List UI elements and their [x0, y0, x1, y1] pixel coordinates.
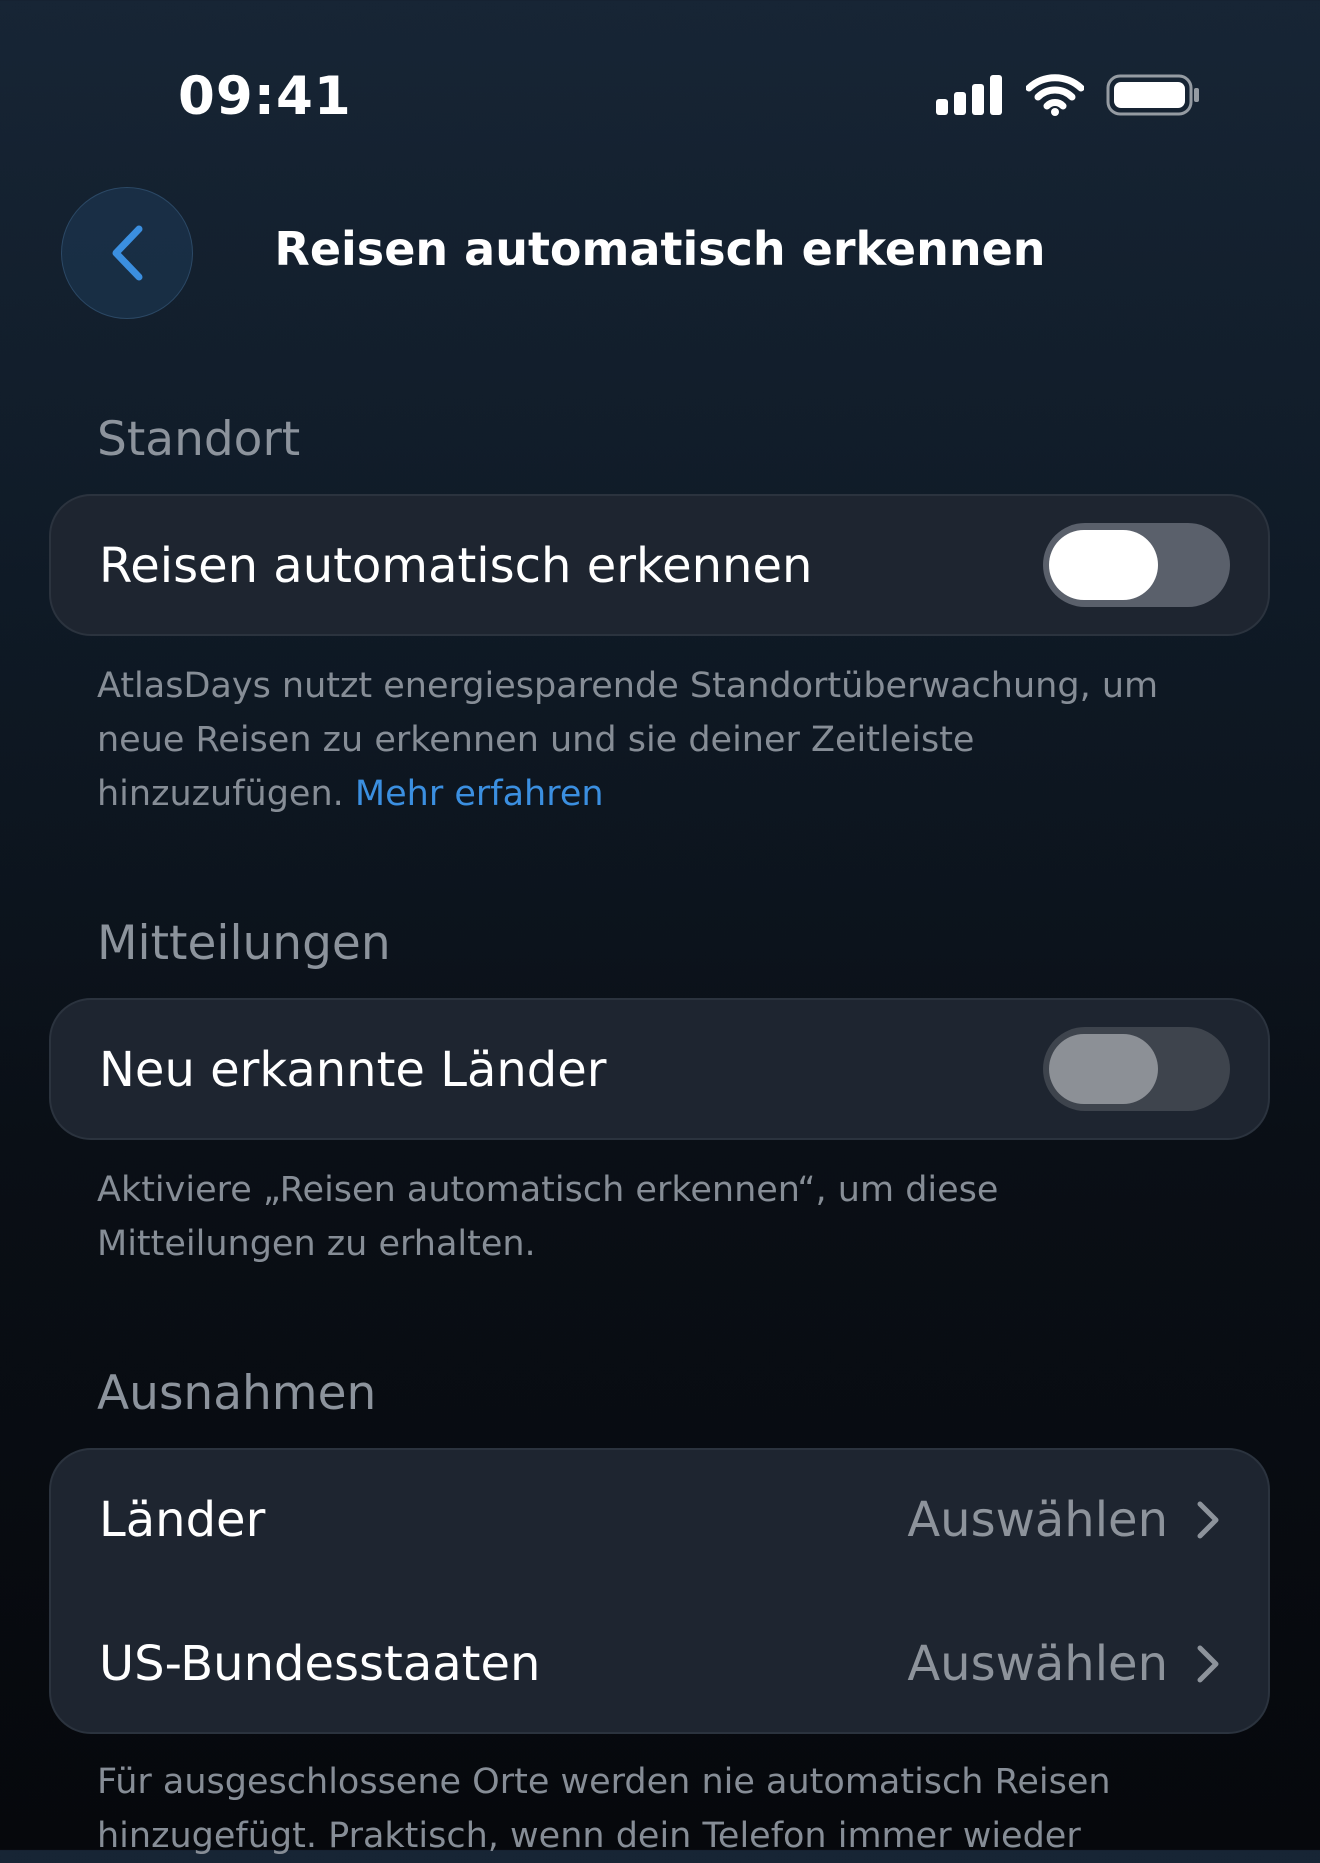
notifications-footer: Aktiviere „Reisen automatisch erkennen“,…	[97, 1163, 1197, 1271]
exception-row-label: Länder	[99, 1492, 266, 1548]
new-countries-toggle[interactable]	[1043, 1027, 1230, 1111]
notifications-card: Neu erkannte Länder	[49, 998, 1270, 1140]
exception-row-value: Auswählen	[907, 1492, 1168, 1548]
battery-icon	[1106, 74, 1199, 116]
page-title: Reisen automatisch erkennen	[274, 222, 1046, 276]
status-time: 09:41	[178, 66, 352, 127]
location-footer: AtlasDays nutzt energiesparende Standort…	[97, 659, 1197, 821]
learn-more-link[interactable]: Mehr erfahren	[355, 774, 604, 814]
exception-row-label: US-Bundesstaaten	[99, 1636, 541, 1692]
auto-detect-toggle[interactable]	[1043, 523, 1230, 607]
exceptions-footer-text: Für ausgeschlossene Orte werden nie auto…	[97, 1762, 1111, 1856]
exception-row-value: Auswählen	[907, 1636, 1168, 1692]
chevron-right-icon	[1197, 1501, 1219, 1539]
chevron-right-icon	[1197, 1645, 1219, 1683]
new-countries-row: Neu erkannte Länder	[51, 1000, 1268, 1140]
location-footer-text: AtlasDays nutzt energiesparende Standort…	[97, 666, 1159, 814]
exception-row-us-states[interactable]: US-Bundesstaaten Auswählen	[51, 1594, 1268, 1734]
wifi-icon	[1026, 74, 1084, 116]
section-header-location: Standort	[97, 412, 301, 467]
section-header-exceptions: Ausnahmen	[97, 1366, 377, 1421]
notifications-footer-text: Aktiviere „Reisen automatisch erkennen“,…	[97, 1170, 999, 1264]
exceptions-card: Länder Auswählen US-Bundesstaaten Auswäh…	[49, 1448, 1270, 1734]
status-icons	[936, 74, 1200, 116]
exceptions-footer: Für ausgeschlossene Orte werden nie auto…	[97, 1755, 1197, 1863]
new-countries-label: Neu erkannte Länder	[99, 1042, 607, 1098]
toggle-knob	[1049, 1034, 1158, 1104]
auto-detect-label: Reisen automatisch erkennen	[99, 538, 813, 594]
auto-detect-row: Reisen automatisch erkennen	[51, 496, 1268, 636]
toggle-knob	[1049, 530, 1158, 600]
section-header-notifications: Mitteilungen	[97, 916, 391, 971]
status-bar: 09:41	[0, 0, 1320, 150]
exception-row-countries[interactable]: Länder Auswählen	[51, 1450, 1268, 1590]
location-card: Reisen automatisch erkennen	[49, 494, 1270, 636]
cellular-signal-icon	[936, 75, 1002, 115]
